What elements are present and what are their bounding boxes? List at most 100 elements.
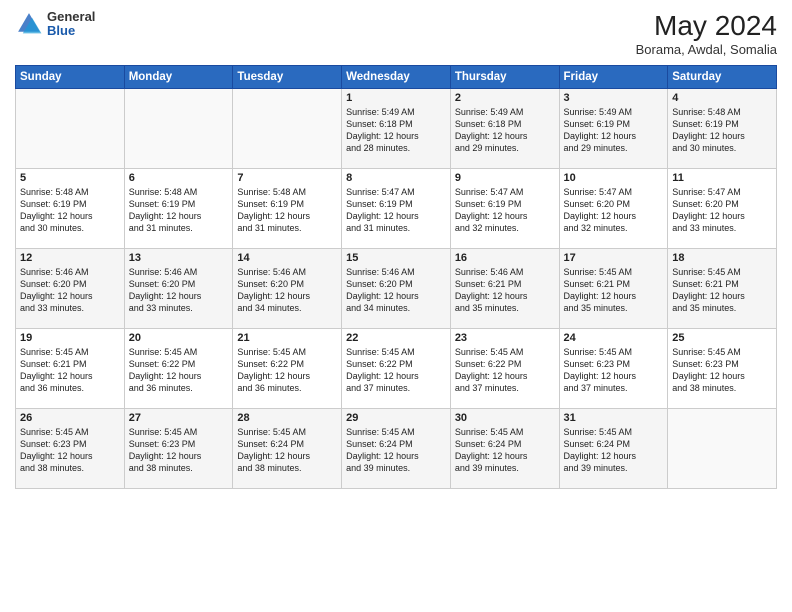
day-number: 2 [455,92,555,104]
day-number: 17 [564,252,664,264]
title-block: May 2024 Borama, Awdal, Somalia [636,10,777,57]
day-info: Sunrise: 5:45 AM Sunset: 6:24 PM Dayligh… [237,426,337,475]
header-tuesday: Tuesday [233,66,342,89]
day-number: 18 [672,252,772,264]
calendar-cell: 25Sunrise: 5:45 AM Sunset: 6:23 PM Dayli… [668,329,777,409]
calendar-cell: 7 Sunrise: 5:48 AM Sunset: 6:19 PM Daylig… [233,169,342,249]
logo-blue-text: Blue [47,24,95,38]
day-number: 26 [20,412,120,424]
day-info: Sunrise: 5:45 AM Sunset: 6:22 PM Dayligh… [346,346,446,395]
day-number: 20 [129,332,229,344]
calendar-cell: 10 Sunrise: 5:47 AM Sunset: 6:20 PM Dayli… [559,169,668,249]
day-info: Sunrise: 5:47 AM Sunset: 6:19 PM Dayligh… [346,186,446,235]
day-info: Sunrise: 5:46 AM Sunset: 6:21 PM Dayligh… [455,266,555,315]
day-number: 16 [455,252,555,264]
calendar-cell: 30Sunrise: 5:45 AM Sunset: 6:24 PM Dayli… [450,409,559,489]
calendar-cell: 14Sunrise: 5:46 AM Sunset: 6:20 PM Dayli… [233,249,342,329]
logo: General Blue [15,10,95,39]
calendar-cell: 31 Sunrise: 5:45 AM Sunset: 6:24 PM Dayli… [559,409,668,489]
day-info: Sunrise: 5:45 AM Sunset: 6:22 PM Dayligh… [129,346,229,395]
header-saturday: Saturday [668,66,777,89]
day-info: Sunrise: 5:45 AM Sunset: 6:22 PM Dayligh… [455,346,555,395]
day-number: 8 [346,172,446,184]
day-info: Sunrise: 5:47 AM Sunset: 6:20 PM Dayligh… [564,186,664,235]
day-number: 31 [564,412,664,424]
calendar-cell: 20 Sunrise: 5:45 AM Sunset: 6:22 PM Dayli… [124,329,233,409]
calendar-week-row: 19Sunrise: 5:45 AM Sunset: 6:21 PM Dayli… [16,329,777,409]
day-info: Sunrise: 5:48 AM Sunset: 6:19 PM Dayligh… [237,186,337,235]
calendar-cell: 2 Sunrise: 5:49 AM Sunset: 6:18 PM Daylig… [450,89,559,169]
day-info: Sunrise: 5:48 AM Sunset: 6:19 PM Dayligh… [20,186,120,235]
day-number: 14 [237,252,337,264]
calendar-cell: 18 Sunrise: 5:45 AM Sunset: 6:21 PM Dayli… [668,249,777,329]
calendar-week-row: 12 Sunrise: 5:46 AM Sunset: 6:20 PM Dayli… [16,249,777,329]
calendar-cell: 24 Sunrise: 5:45 AM Sunset: 6:23 PM Dayli… [559,329,668,409]
calendar-cell: 11 Sunrise: 5:47 AM Sunset: 6:20 PM Dayli… [668,169,777,249]
logo-general-text: General [47,10,95,24]
day-number: 15 [346,252,446,264]
day-number: 12 [20,252,120,264]
calendar-cell [668,409,777,489]
day-info: Sunrise: 5:46 AM Sunset: 6:20 PM Dayligh… [129,266,229,315]
day-number: 19 [20,332,120,344]
day-info: Sunrise: 5:49 AM Sunset: 6:18 PM Dayligh… [455,106,555,155]
day-number: 30 [455,412,555,424]
calendar-cell: 3 Sunrise: 5:49 AM Sunset: 6:19 PM Daylig… [559,89,668,169]
day-number: 4 [672,92,772,104]
day-number: 13 [129,252,229,264]
header-monday: Monday [124,66,233,89]
calendar-cell: 23 Sunrise: 5:45 AM Sunset: 6:22 PM Dayli… [450,329,559,409]
logo-icon [15,10,43,38]
day-number: 21 [237,332,337,344]
day-info: Sunrise: 5:47 AM Sunset: 6:20 PM Dayligh… [672,186,772,235]
page-header: General Blue May 2024 Borama, Awdal, Som… [15,10,777,57]
day-number: 10 [564,172,664,184]
calendar-cell: 9Sunrise: 5:47 AM Sunset: 6:19 PM Daylig… [450,169,559,249]
day-info: Sunrise: 5:45 AM Sunset: 6:23 PM Dayligh… [20,426,120,475]
day-number: 6 [129,172,229,184]
calendar-week-row: 1 Sunrise: 5:49 AM Sunset: 6:18 PM Daylig… [16,89,777,169]
calendar-cell: 15 Sunrise: 5:46 AM Sunset: 6:20 PM Dayli… [342,249,451,329]
calendar-cell: 19Sunrise: 5:45 AM Sunset: 6:21 PM Dayli… [16,329,125,409]
day-info: Sunrise: 5:48 AM Sunset: 6:19 PM Dayligh… [672,106,772,155]
calendar-cell: 27 Sunrise: 5:45 AM Sunset: 6:23 PM Dayli… [124,409,233,489]
day-number: 29 [346,412,446,424]
calendar-header-row: SundayMondayTuesdayWednesdayThursdayFrid… [16,66,777,89]
day-info: Sunrise: 5:45 AM Sunset: 6:23 PM Dayligh… [564,346,664,395]
calendar-cell: 17Sunrise: 5:45 AM Sunset: 6:21 PM Dayli… [559,249,668,329]
day-number: 11 [672,172,772,184]
day-info: Sunrise: 5:48 AM Sunset: 6:19 PM Dayligh… [129,186,229,235]
calendar-cell: 4 Sunrise: 5:48 AM Sunset: 6:19 PM Daylig… [668,89,777,169]
header-wednesday: Wednesday [342,66,451,89]
calendar-cell: 1 Sunrise: 5:49 AM Sunset: 6:18 PM Daylig… [342,89,451,169]
calendar-cell: 5 Sunrise: 5:48 AM Sunset: 6:19 PM Daylig… [16,169,125,249]
day-info: Sunrise: 5:45 AM Sunset: 6:24 PM Dayligh… [564,426,664,475]
location: Borama, Awdal, Somalia [636,42,777,57]
day-number: 23 [455,332,555,344]
day-info: Sunrise: 5:45 AM Sunset: 6:21 PM Dayligh… [672,266,772,315]
day-info: Sunrise: 5:46 AM Sunset: 6:20 PM Dayligh… [346,266,446,315]
day-info: Sunrise: 5:45 AM Sunset: 6:24 PM Dayligh… [346,426,446,475]
day-info: Sunrise: 5:49 AM Sunset: 6:19 PM Dayligh… [564,106,664,155]
day-number: 24 [564,332,664,344]
day-number: 7 [237,172,337,184]
day-number: 3 [564,92,664,104]
day-number: 1 [346,92,446,104]
calendar-cell: 8 Sunrise: 5:47 AM Sunset: 6:19 PM Daylig… [342,169,451,249]
calendar-cell [16,89,125,169]
day-info: Sunrise: 5:49 AM Sunset: 6:18 PM Dayligh… [346,106,446,155]
header-thursday: Thursday [450,66,559,89]
day-number: 27 [129,412,229,424]
day-number: 9 [455,172,555,184]
calendar-cell: 28Sunrise: 5:45 AM Sunset: 6:24 PM Dayli… [233,409,342,489]
calendar-cell: 21Sunrise: 5:45 AM Sunset: 6:22 PM Dayli… [233,329,342,409]
day-info: Sunrise: 5:45 AM Sunset: 6:23 PM Dayligh… [129,426,229,475]
calendar-week-row: 5 Sunrise: 5:48 AM Sunset: 6:19 PM Daylig… [16,169,777,249]
calendar-cell: 12 Sunrise: 5:46 AM Sunset: 6:20 PM Dayli… [16,249,125,329]
header-friday: Friday [559,66,668,89]
day-number: 5 [20,172,120,184]
calendar-cell: 6 Sunrise: 5:48 AM Sunset: 6:19 PM Daylig… [124,169,233,249]
calendar-week-row: 26 Sunrise: 5:45 AM Sunset: 6:23 PM Dayli… [16,409,777,489]
calendar-cell [124,89,233,169]
day-info: Sunrise: 5:46 AM Sunset: 6:20 PM Dayligh… [20,266,120,315]
